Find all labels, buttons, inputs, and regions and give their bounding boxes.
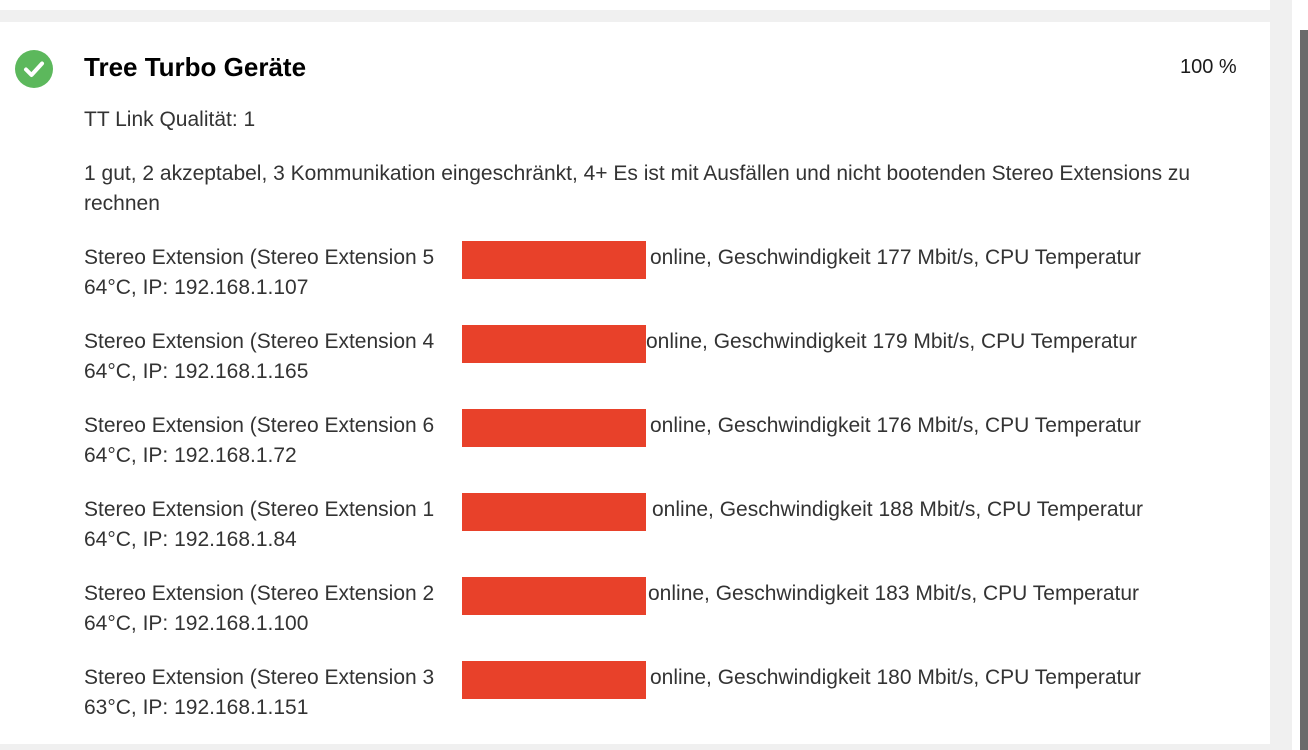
device-entry: Stereo Extension (Stereo Extension 1 onli… xyxy=(84,493,1224,555)
device-name: Stereo Extension (Stereo Extension 1 xyxy=(84,498,435,521)
device-status: online, Geschwindigkeit 179 Mbit/s, CPU … xyxy=(646,330,1138,353)
device-name: Stereo Extension (Stereo Extension 6 xyxy=(84,414,435,437)
redaction-box xyxy=(462,493,646,531)
device-detail: 64°C, IP: 192.168.1.100 xyxy=(84,612,309,635)
device-entry: Stereo Extension (Stereo Extension 4 onli… xyxy=(84,325,1224,387)
device-detail: 64°C, IP: 192.168.1.107 xyxy=(84,276,309,299)
device-detail: 63°C, IP: 192.168.1.151 xyxy=(84,696,309,719)
device-status: online, Geschwindigkeit 176 Mbit/s, CPU … xyxy=(650,414,1142,437)
device-entry: Stereo Extension (Stereo Extension 2 onli… xyxy=(84,577,1224,639)
tree-turbo-devices-card: Tree Turbo Geräte 100 % TT Link Qualität… xyxy=(0,22,1270,744)
device-name: Stereo Extension (Stereo Extension 5 xyxy=(84,246,435,269)
redaction-box xyxy=(462,409,646,447)
previous-card-edge xyxy=(0,0,1270,10)
device-entry: Stereo Extension (Stereo Extension 5 onli… xyxy=(84,241,1224,303)
progress-percent: 100 % xyxy=(1180,56,1237,78)
device-detail: 64°C, IP: 192.168.1.84 xyxy=(84,528,297,551)
device-name: Stereo Extension (Stereo Extension 2 xyxy=(84,582,435,605)
device-entry: Stereo Extension (Stereo Extension 3 onli… xyxy=(84,661,1224,723)
device-name: Stereo Extension (Stereo Extension 3 xyxy=(84,666,435,689)
redaction-box xyxy=(462,661,646,699)
device-detail: 64°C, IP: 192.168.1.72 xyxy=(84,444,297,467)
card-title: Tree Turbo Geräte xyxy=(84,52,307,82)
check-circle-icon xyxy=(15,50,53,88)
device-status: online, Geschwindigkeit 177 Mbit/s, CPU … xyxy=(650,246,1142,269)
scrollbar-thumb[interactable] xyxy=(1300,30,1308,750)
device-name: Stereo Extension (Stereo Extension 4 xyxy=(84,330,435,353)
device-status: online, Geschwindigkeit 183 Mbit/s, CPU … xyxy=(648,582,1140,605)
redaction-box xyxy=(462,241,646,279)
device-entry: Stereo Extension (Stereo Extension 6 onli… xyxy=(84,409,1224,471)
redaction-box xyxy=(462,325,646,363)
link-quality-text: TT Link Qualität: 1 xyxy=(84,108,256,131)
redaction-box xyxy=(462,577,646,615)
device-status: online, Geschwindigkeit 188 Mbit/s, CPU … xyxy=(652,498,1144,521)
quality-legend-text: 1 gut, 2 akzeptabel, 3 Kommunikation ein… xyxy=(84,162,1191,215)
device-status: online, Geschwindigkeit 180 Mbit/s, CPU … xyxy=(650,666,1142,689)
device-detail: 64°C, IP: 192.168.1.165 xyxy=(84,360,309,383)
